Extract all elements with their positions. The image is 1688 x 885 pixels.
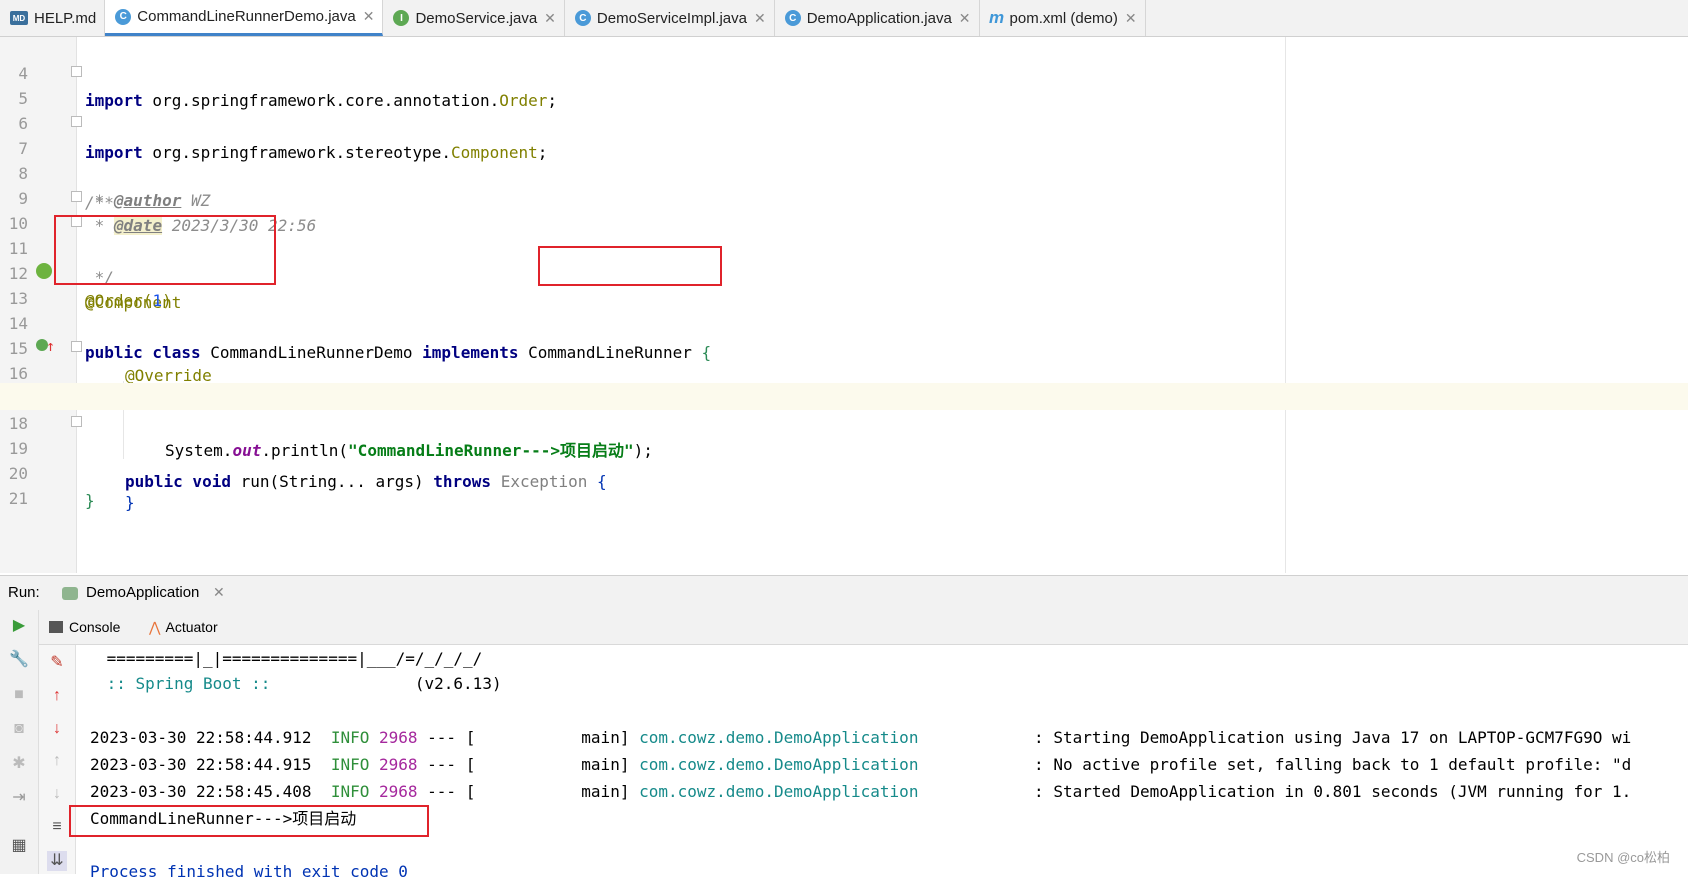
current-code-line: 18 System.out.println("CommandLineRunner…	[0, 383, 1688, 460]
arrow-up-icon[interactable]: ↑	[47, 686, 67, 706]
process-finished-line: Process finished with exit code 0	[90, 862, 408, 881]
close-icon[interactable]: ✕	[213, 584, 225, 601]
code-line: 15 @Override	[0, 308, 1688, 385]
camera-icon[interactable]: ◙	[9, 719, 29, 739]
spring-app-class-icon: C	[784, 10, 801, 26]
console-icon	[49, 621, 63, 633]
tab-actuator[interactable]: ⋀ Actuator	[149, 610, 218, 644]
code-line: 5 import org.springframework.stereotype.…	[0, 58, 1688, 162]
log-line: 2023-03-30 22:58:45.408 INFO 2968 --- [ …	[90, 782, 1632, 801]
actuator-icon: ⋀	[149, 618, 161, 635]
class-icon: C	[115, 8, 132, 25]
scroll-down-icon[interactable]: ↓	[47, 784, 67, 804]
close-icon[interactable]: ✕	[754, 10, 766, 27]
console-toolbar: ✎ ↑ ↓ ↑ ↓ ≡ ⇊	[39, 645, 76, 874]
fold-icon[interactable]	[71, 191, 82, 202]
code-line: 4 import org.springframework.core.annota…	[0, 33, 1688, 110]
wrench-icon[interactable]: 🔧	[9, 650, 29, 670]
layout-icon[interactable]: ▦	[9, 836, 29, 856]
run-toolbar: ▶ 🔧 ■ ◙ ✱ ⇥ ▦	[0, 610, 39, 874]
tab-commandlinerunnerdemo[interactable]: C CommandLineRunnerDemo.java ✕	[105, 0, 384, 36]
line-number: 21	[8, 489, 28, 508]
fold-icon[interactable]	[71, 341, 82, 352]
output-highlight-box	[69, 805, 429, 837]
run-label: Run:	[8, 584, 40, 601]
class-icon: C	[574, 10, 591, 26]
run-config-tab[interactable]: DemoApplication	[86, 584, 199, 601]
log-line: 2023-03-30 22:58:44.915 INFO 2968 --- [ …	[90, 755, 1632, 774]
code-line: 14	[0, 283, 1688, 333]
tab-label: DemoServiceImpl.java	[596, 9, 747, 27]
interface-highlight-box	[538, 246, 722, 286]
run-tool-window-header: Run: DemoApplication ✕	[0, 575, 1688, 611]
close-icon[interactable]: ✕	[363, 8, 375, 25]
tab-help-md[interactable]: MD HELP.md	[0, 0, 106, 36]
interface-icon: I	[393, 10, 410, 26]
close-icon[interactable]: ✕	[959, 10, 971, 27]
tab-pom-xml[interactable]: m pom.xml (demo) ✕	[980, 0, 1146, 36]
tab-demoapplication[interactable]: C DemoApplication.java ✕	[775, 0, 980, 36]
tab-label: Console	[69, 619, 121, 635]
spring-run-config-icon	[62, 587, 78, 600]
editor-tab-bar: MD HELP.md C CommandLineRunnerDemo.java …	[0, 0, 1688, 37]
tab-label: Actuator	[165, 619, 218, 635]
fold-icon[interactable]	[71, 116, 82, 127]
code-line: 21	[0, 458, 1688, 508]
tab-demoservice[interactable]: I DemoService.java ✕	[383, 0, 565, 36]
code-line: 6	[0, 83, 1688, 133]
maven-icon: m	[988, 8, 1005, 27]
fold-icon[interactable]	[71, 416, 82, 427]
log-line: 2023-03-30 22:58:44.912 INFO 2968 --- [ …	[90, 728, 1632, 747]
tab-label: DemoApplication.java	[806, 9, 952, 27]
tab-label: DemoService.java	[415, 9, 538, 27]
tab-demoserviceimpl[interactable]: C DemoServiceImpl.java ✕	[565, 0, 775, 36]
console-tab-bar: Console ⋀ Actuator	[39, 610, 1688, 645]
arrow-up-icon: ↑	[46, 337, 56, 355]
stop-icon[interactable]: ■	[9, 685, 29, 705]
watermark: CSDN @co松柏	[1576, 850, 1670, 865]
code-line: 7 /**	[0, 108, 1688, 212]
debug-icon[interactable]: ✱	[9, 754, 29, 774]
tab-label: CommandLineRunnerDemo.java	[137, 8, 356, 25]
code-line: 9 * @date 2023/3/30 22:56	[0, 158, 1688, 235]
rerun-icon[interactable]: ▶	[9, 616, 29, 636]
code-line: 8 * @author WZ	[0, 133, 1688, 210]
code-line: 10 */	[0, 183, 1688, 287]
code-editor[interactable]: 4 import org.springframework.core.annota…	[0, 37, 1688, 573]
markdown-icon: MD	[10, 11, 28, 25]
scroll-to-end-icon[interactable]: ⇊	[47, 851, 67, 871]
code-line: 16 ↑ public void run(String... args) thr…	[0, 333, 1688, 491]
arrow-down-icon[interactable]: ↓	[47, 719, 67, 739]
code-line: 17	[0, 358, 1688, 408]
tab-label: HELP.md	[34, 9, 97, 27]
code-line: 20 }	[0, 433, 1688, 510]
fold-icon[interactable]	[71, 66, 82, 77]
exit-icon[interactable]: ⇥	[9, 788, 29, 808]
close-icon[interactable]: ✕	[1125, 10, 1137, 27]
code-line: 19 }	[0, 408, 1688, 512]
close-icon[interactable]: ✕	[544, 10, 556, 27]
clear-icon[interactable]: ✎	[47, 653, 67, 673]
banner-line: :: Spring Boot :: (v2.6.13)	[97, 674, 502, 693]
tab-console[interactable]: Console	[49, 610, 120, 644]
scroll-up-icon[interactable]: ↑	[47, 751, 67, 771]
soft-wrap-icon[interactable]: ≡	[47, 817, 67, 837]
banner-line: =========|_|==============|___/=/_/_/_/	[97, 649, 483, 668]
annotation-highlight-box	[54, 215, 276, 285]
spring-bean-gutter-icon[interactable]	[36, 263, 52, 279]
tab-label: pom.xml (demo)	[1009, 9, 1118, 27]
